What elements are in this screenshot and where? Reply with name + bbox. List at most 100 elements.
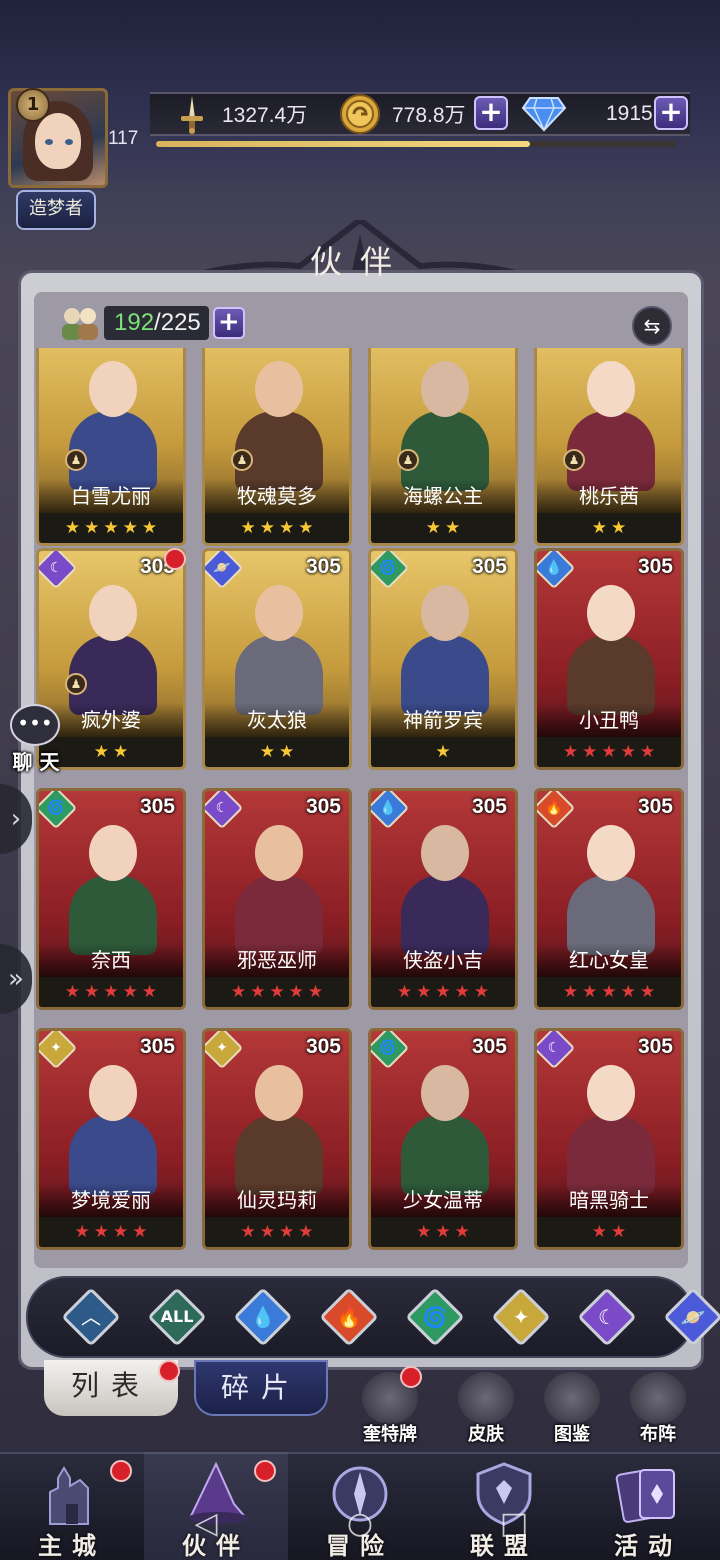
- sort-swap-button[interactable]: ⇆: [632, 306, 672, 346]
- filter-planet-button[interactable]: 🪐: [663, 1287, 720, 1347]
- star-icon: ★: [122, 517, 138, 538]
- portrait-head: [89, 825, 137, 881]
- shield-icon: [468, 1458, 540, 1530]
- power-value: 1327.4万: [222, 104, 308, 127]
- expand-roster-button[interactable]: +: [212, 307, 245, 339]
- partner-name: 邪恶巫师: [205, 943, 349, 977]
- star-icon: ★: [259, 741, 275, 762]
- portrait-head: [89, 361, 137, 417]
- avatar-eye: [65, 139, 73, 145]
- filter-glyph: ☾: [598, 1305, 616, 1329]
- partner-level: 305: [305, 795, 341, 818]
- formation-button[interactable]: 布阵: [622, 1372, 694, 1446]
- portrait-head: [89, 585, 137, 641]
- partner-card[interactable]: ✦ 305 梦境爱丽 ★ ★ ★ ★: [36, 1028, 186, 1250]
- filter-wind-button[interactable]: 🌀: [405, 1287, 465, 1347]
- partner-name: 侠盗小吉: [371, 943, 515, 977]
- filter-fire-button[interactable]: 🔥: [319, 1287, 379, 1347]
- codex-button[interactable]: 图鉴: [536, 1372, 608, 1446]
- star-icon: ★: [298, 1221, 314, 1242]
- star-icon: ★: [591, 517, 607, 538]
- partner-card[interactable]: 🌀 305 神箭罗宾 ★: [368, 548, 518, 770]
- partner-level: 305: [637, 1035, 673, 1058]
- partner-card[interactable]: ☾ 305 暗黑骑士 ★ ★: [534, 1028, 684, 1250]
- partner-name: 小丑鸭: [537, 703, 681, 737]
- star-icon: ★: [269, 981, 285, 1002]
- nav-alliance[interactable]: 联盟: [432, 1452, 576, 1560]
- partner-portrait: [381, 1045, 505, 1195]
- partner-name: 梦境爱丽: [39, 1183, 183, 1217]
- star-icon: ★: [435, 741, 451, 762]
- star-icon: ★: [620, 981, 636, 1002]
- player-title-plate[interactable]: 造梦者: [16, 190, 96, 230]
- formation-label: 布阵: [640, 1424, 676, 1445]
- filter-all-button[interactable]: ALL: [147, 1287, 207, 1347]
- partner-portrait: [381, 805, 505, 955]
- star-icon: ★: [307, 981, 324, 1002]
- star-rating: ★ ★ ★ ★ ★: [39, 977, 183, 1007]
- star-icon: ★: [454, 1221, 470, 1242]
- partner-level: 305: [471, 795, 507, 818]
- partner-card[interactable]: 💧 305 小丑鸭 ★ ★ ★ ★ ★: [534, 548, 684, 770]
- partner-card[interactable]: ✦ 305 仙灵玛莉 ★ ★ ★ ★: [202, 1028, 352, 1250]
- gold-resource: 778.8万: [338, 92, 466, 136]
- nav-adventure-label: 冒险: [326, 1532, 394, 1560]
- partner-portrait: [215, 805, 339, 955]
- roster-separator: /: [154, 309, 161, 336]
- add-gold-button[interactable]: +: [474, 96, 508, 130]
- roster-current: 192: [114, 309, 155, 336]
- partner-card[interactable]: ♟ 桃乐茜 ★ ★: [534, 348, 684, 546]
- partner-card[interactable]: 💧 305 侠盗小吉 ★ ★ ★ ★ ★: [368, 788, 518, 1010]
- star-icon: ★: [230, 981, 247, 1002]
- star-icon: ★: [601, 981, 617, 1002]
- compass-emblem-icon: [324, 1458, 396, 1530]
- partner-card[interactable]: 🌀 305 少女温蒂 ★ ★ ★: [368, 1028, 518, 1250]
- tab-fragments[interactable]: 碎片: [194, 1360, 328, 1416]
- partner-level: 305: [471, 555, 507, 578]
- chess-board-icon: [630, 1372, 686, 1424]
- star-rating: ★ ★: [205, 737, 349, 767]
- partner-level: 305: [471, 1035, 507, 1058]
- skin-label: 皮肤: [468, 1424, 504, 1445]
- filter-arrow-button[interactable]: ︿: [61, 1287, 121, 1347]
- portrait-head: [255, 825, 303, 881]
- filter-water-button[interactable]: 💧: [233, 1287, 293, 1347]
- filter-light-button[interactable]: ✦: [491, 1287, 551, 1347]
- gold-coin-icon: [338, 92, 382, 136]
- chat-button[interactable]: ••• 聊 天: [4, 700, 64, 776]
- skin-button[interactable]: 皮肤: [450, 1372, 522, 1446]
- star-icon: ★: [240, 1221, 256, 1242]
- filter-glyph: ✦: [512, 1305, 530, 1329]
- partner-card[interactable]: ♟ 白雪尤丽 ★ ★ ★ ★ ★: [36, 348, 186, 546]
- partner-card[interactable]: 🔥 305 红心女皇 ★ ★ ★ ★ ★: [534, 788, 684, 1010]
- partner-card[interactable]: 🪐 305 灰太狼 ★ ★: [202, 548, 352, 770]
- nav-adventure[interactable]: 冒险: [288, 1452, 432, 1560]
- portrait-head: [255, 585, 303, 641]
- star-icon: ★: [639, 981, 656, 1002]
- filter-moon-button[interactable]: ☾: [577, 1287, 637, 1347]
- nav-events[interactable]: 活动: [576, 1452, 720, 1560]
- add-gem-button[interactable]: +: [654, 96, 688, 130]
- star-rating: ★ ★ ★ ★: [205, 1217, 349, 1247]
- partner-name: 红心女皇: [537, 943, 681, 977]
- partner-level: 305: [139, 795, 175, 818]
- partner-name: 暗黑骑士: [537, 1183, 681, 1217]
- filter-glyph: 🌀: [422, 1305, 448, 1329]
- star-rating: ★ ★ ★ ★ ★: [371, 977, 515, 1007]
- notification-dot: [110, 1460, 132, 1482]
- people-icon: [56, 304, 104, 342]
- star-icon: ★: [250, 981, 266, 1002]
- power-resource: 1327.4万: [170, 92, 307, 136]
- partner-card[interactable]: ♟ 牧魂莫多 ★ ★ ★ ★: [202, 348, 352, 546]
- partner-card[interactable]: 🌀 305 奈西 ★ ★ ★ ★ ★: [36, 788, 186, 1010]
- star-icon: ★: [93, 1221, 109, 1242]
- portrait-head: [587, 1065, 635, 1121]
- roster-count: 192 / 225 +: [56, 304, 245, 342]
- role-icon: ♟: [65, 449, 87, 471]
- player-level-badge: 1: [16, 88, 50, 122]
- partner-card[interactable]: ☾ 305 邪恶巫师 ★ ★ ★ ★ ★: [202, 788, 352, 1010]
- notification-dot: [158, 1360, 180, 1382]
- partner-card[interactable]: ♟ 海螺公主 ★ ★: [368, 348, 518, 546]
- star-rating: ★: [371, 737, 515, 767]
- partner-portrait: [49, 1045, 173, 1195]
